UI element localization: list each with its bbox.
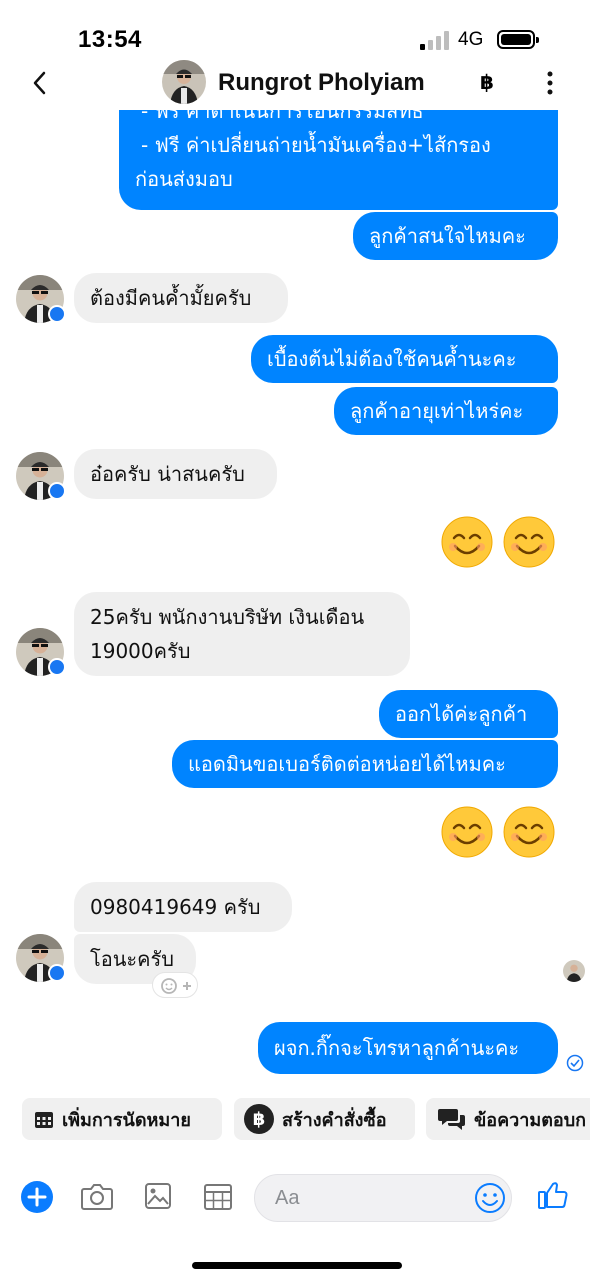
baht-icon[interactable]: ฿ [480, 70, 494, 94]
status-time: 13:54 [78, 26, 142, 53]
back-icon[interactable] [30, 68, 50, 98]
message-text: อ๋อครับ น่าสนครับ [90, 462, 245, 486]
conversation-header: Rungrot Pholyiam ฿ [0, 60, 590, 110]
quick-action-label: เพิ่มการนัดหมาย [62, 1109, 191, 1131]
quick-action-label: สร้างคำสั่งซื้อ [282, 1109, 387, 1131]
home-indicator[interactable] [192, 1262, 402, 1269]
message-text: ลูกค้าอายุเท่าไหร่คะ [350, 399, 524, 423]
message-composer: Aa [0, 1168, 590, 1228]
message-text: โอนะครับ [90, 947, 174, 971]
add-appointment-button[interactable]: เพิ่มการนัดหมาย [22, 1098, 222, 1140]
calendar-icon[interactable] [203, 1182, 233, 1212]
message-text: ลูกค้าสนใจไหมคะ [369, 224, 526, 248]
message-outgoing[interactable]: ออกได้ค่ะลูกค้า [379, 690, 558, 738]
message-input-placeholder: Aa [275, 1187, 300, 1209]
chat-bubbles-icon [438, 1109, 465, 1130]
message-text: - ฟรี ค่าเปลี่ยนถ่ายน้ำมันเครื่อง+ไส้กรอ… [141, 133, 491, 157]
signal-icon [420, 30, 452, 50]
more-options-icon[interactable] [540, 70, 560, 96]
thumbs-up-icon[interactable] [536, 1178, 570, 1212]
smiling-face-emoji-icon[interactable] [441, 516, 493, 568]
message-outgoing[interactable]: เบื้องต้นไม่ต้องใช้คนค้ำนะคะ [251, 335, 558, 383]
svg-text:฿: ฿ [253, 1109, 266, 1130]
message-text: - ฟรี ค่าดำเนินการโอนกรรมสิทธิ์ [141, 110, 424, 123]
emoji-icon[interactable] [474, 1182, 506, 1214]
smiling-face-emoji-icon[interactable] [503, 806, 555, 858]
message-outgoing[interactable]: ผจก.กิ๊กจะโทรหาลูกค้านะคะ [258, 1022, 558, 1074]
messenger-badge-icon [48, 305, 66, 323]
message-outgoing[interactable]: - ฟรี ค่าดำเนินการโอนกรรมสิทธิ์ - ฟรี ค่… [119, 110, 558, 210]
messenger-badge-icon [48, 658, 66, 676]
message-text: ผจก.กิ๊กจะโทรหาลูกค้านะคะ [274, 1036, 520, 1060]
message-text: เบื้องต้นไม่ต้องใช้คนค้ำนะคะ [267, 347, 517, 371]
message-outgoing[interactable]: ลูกค้าสนใจไหมคะ [353, 212, 558, 260]
message-incoming[interactable]: 0980419649 ครับ [74, 882, 292, 932]
messenger-badge-icon [48, 964, 66, 982]
message-incoming[interactable]: ต้องมีคนค้ำมั้ยครับ [74, 273, 288, 323]
baht-icon: ฿ [244, 1104, 274, 1134]
camera-icon[interactable] [80, 1182, 114, 1212]
saved-replies-button[interactable]: ข้อความตอบก [426, 1098, 590, 1140]
read-receipt-avatar [563, 960, 585, 982]
contact-name[interactable]: Rungrot Pholyiam [218, 69, 425, 97]
message-text: 0980419649 ครับ [90, 895, 261, 919]
message-text: ก่อนส่งมอบ [135, 167, 233, 191]
message-text: แอดมินขอเบอร์ติดต่อหน่อยได้ไหมคะ [188, 752, 506, 776]
message-outgoing[interactable]: ลูกค้าอายุเท่าไหร่คะ [334, 387, 558, 435]
message-list[interactable]: - ฟรี ค่าดำเนินการโอนกรรมสิทธิ์ - ฟรี ค่… [0, 110, 590, 1090]
network-type: 4G [458, 29, 484, 50]
status-bar: 13:54 4G [0, 0, 590, 60]
quick-action-label: ข้อความตอบก [474, 1109, 587, 1131]
message-text: ออกได้ค่ะลูกค้า [395, 702, 528, 726]
message-text: 25ครับ พนักงานบริษัท เงินเดือน [90, 605, 365, 629]
message-incoming[interactable]: 25ครับ พนักงานบริษัท เงินเดือน 19000ครับ [74, 592, 410, 676]
calendar-icon [35, 1112, 53, 1128]
photo-icon[interactable] [144, 1182, 172, 1210]
message-text: 19000ครับ [90, 639, 191, 663]
create-order-button[interactable]: ฿ สร้างคำสั่งซื้อ [234, 1098, 415, 1140]
messenger-badge-icon [48, 482, 66, 500]
add-reaction-icon[interactable] [152, 972, 198, 998]
delivered-check-icon [566, 1054, 584, 1072]
message-text: ต้องมีคนค้ำมั้ยครับ [90, 286, 252, 310]
battery-icon [497, 30, 539, 49]
message-incoming[interactable]: อ๋อครับ น่าสนครับ [74, 449, 277, 499]
smiling-face-emoji-icon[interactable] [503, 516, 555, 568]
smiling-face-emoji-icon[interactable] [441, 806, 493, 858]
contact-avatar[interactable] [162, 60, 206, 104]
message-outgoing[interactable]: แอดมินขอเบอร์ติดต่อหน่อยได้ไหมคะ [172, 740, 558, 788]
plus-icon[interactable] [20, 1180, 54, 1214]
quick-actions-bar: เพิ่มการนัดหมาย ฿ สร้างคำสั่งซื้อ ข้อควา… [0, 1098, 590, 1142]
